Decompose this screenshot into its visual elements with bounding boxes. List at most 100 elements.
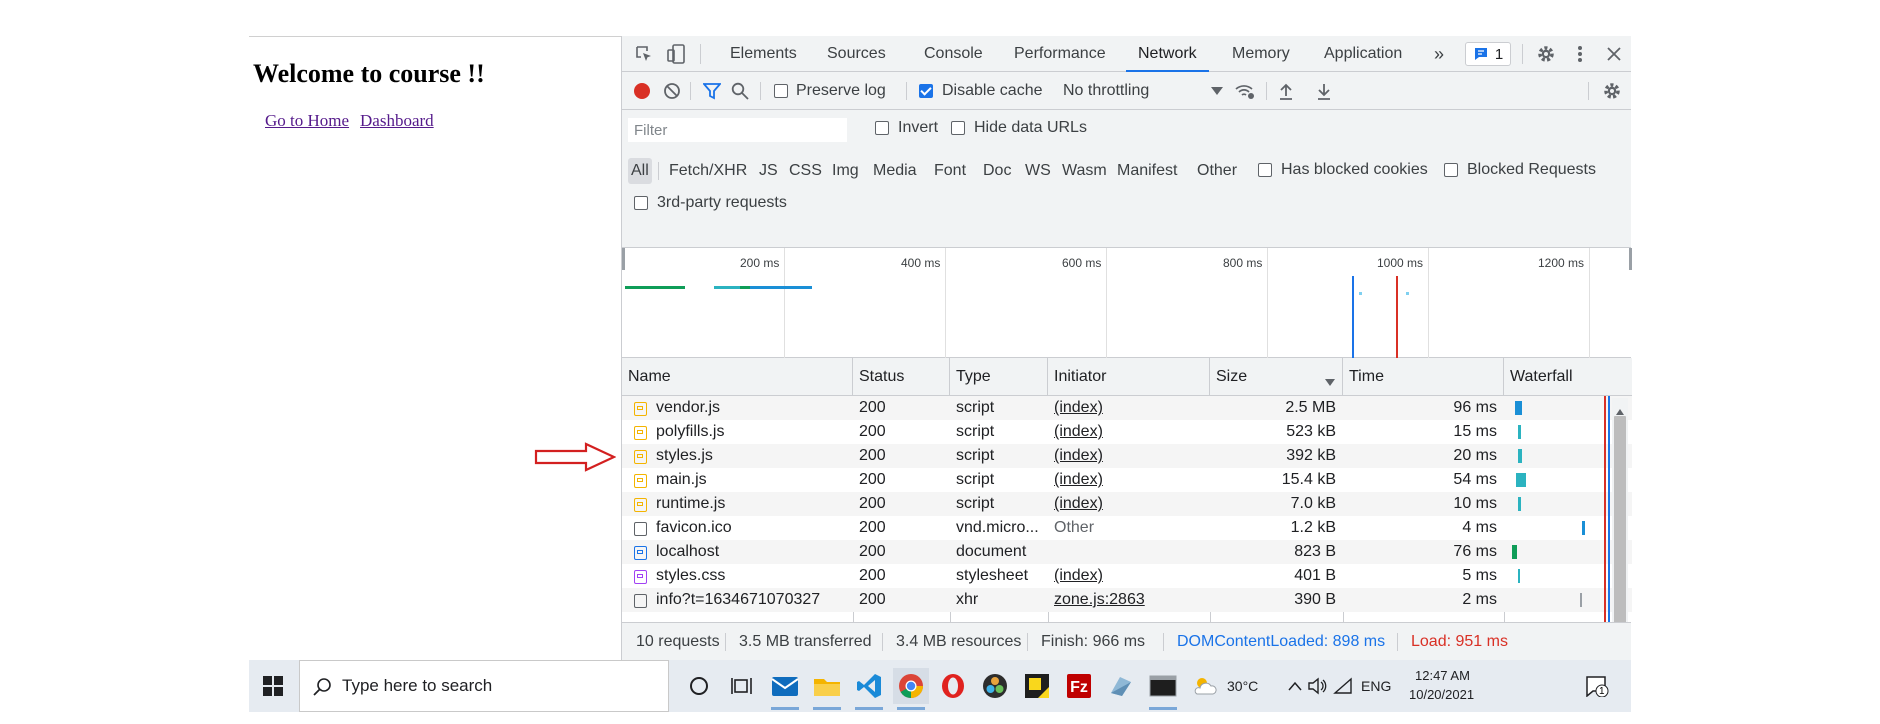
request-name[interactable]: favicon.ico [656, 516, 851, 540]
vscode-icon[interactable] [851, 668, 887, 710]
clear-icon[interactable] [662, 81, 682, 101]
filter-icon[interactable] [702, 81, 722, 101]
request-name[interactable]: styles.css [656, 564, 851, 588]
column-header-type[interactable]: Type [950, 358, 1048, 396]
chevron-down-icon[interactable] [1210, 84, 1224, 98]
filter-input[interactable] [628, 118, 847, 142]
mongodb-compass-icon[interactable] [1103, 668, 1139, 704]
type-filter-manifest[interactable]: Manifest [1114, 158, 1180, 184]
record-icon[interactable] [632, 81, 652, 101]
table-row[interactable]: runtime.js 200 script (index) 7.0 kB 10 ms [622, 492, 1632, 516]
import-har-icon[interactable] [1276, 81, 1296, 101]
network-settings-gear-icon[interactable] [1602, 81, 1622, 101]
type-filter-ws[interactable]: WS [1022, 158, 1054, 184]
table-row[interactable]: styles.js 200 script (index) 392 kB 20 ms [622, 444, 1632, 468]
request-name[interactable]: runtime.js [656, 492, 851, 516]
network-conditions-icon[interactable] [1234, 81, 1256, 101]
type-filter-wasm[interactable]: Wasm [1059, 158, 1110, 184]
column-header-status[interactable]: Status [853, 358, 950, 396]
tab-memory[interactable]: Memory [1232, 36, 1290, 72]
notification-center-icon[interactable]: 1 [1579, 668, 1615, 704]
clock-time[interactable]: 12:47 AM [1415, 668, 1470, 683]
type-filter-all[interactable]: All [628, 158, 652, 184]
clock-date[interactable]: 10/20/2021 [1409, 687, 1474, 702]
language-indicator[interactable]: ENG [1361, 678, 1391, 694]
wifi-icon[interactable] [1325, 668, 1361, 704]
dashboard-link[interactable]: Dashboard [360, 111, 434, 131]
request-initiator[interactable]: (index) [1054, 396, 1204, 420]
column-header-size[interactable]: Size [1210, 358, 1343, 396]
type-filter-other[interactable]: Other [1194, 158, 1240, 184]
column-header-time[interactable]: Time [1343, 358, 1504, 396]
export-har-icon[interactable] [1314, 81, 1334, 101]
type-filter-img[interactable]: Img [829, 158, 862, 184]
table-row[interactable]: main.js 200 script (index) 15.4 kB 54 ms [622, 468, 1632, 492]
opera-icon[interactable] [935, 668, 971, 704]
sticky-notes-icon[interactable] [1019, 668, 1055, 704]
request-initiator[interactable]: zone.js:2863 [1054, 588, 1204, 612]
table-row[interactable]: localhost 200 document 823 B 76 ms [622, 540, 1632, 564]
chrome-icon[interactable] [893, 668, 929, 710]
third-party-checkbox[interactable] [634, 196, 648, 210]
overview-handle-right[interactable] [1629, 248, 1632, 270]
table-row[interactable]: styles.css 200 stylesheet (index) 401 B 5 ms [622, 564, 1632, 588]
scrollbar-thumb[interactable] [1614, 416, 1626, 640]
request-initiator[interactable]: (index) [1054, 420, 1204, 444]
taskbar-search-box[interactable]: Type here to search [299, 660, 669, 712]
preserve-log-checkbox[interactable] [774, 84, 788, 98]
request-initiator[interactable]: (index) [1054, 564, 1204, 588]
type-filter-fetch-xhr[interactable]: Fetch/XHR [666, 158, 750, 184]
device-toolbar-icon[interactable] [664, 42, 688, 66]
column-header-name[interactable]: Name [622, 358, 853, 396]
overview-handle-left[interactable] [622, 248, 625, 270]
tab-performance[interactable]: Performance [1014, 36, 1106, 72]
tab-network[interactable]: Network [1126, 36, 1209, 72]
column-header-initiator[interactable]: Initiator [1048, 358, 1210, 396]
tab-elements[interactable]: Elements [730, 36, 797, 72]
windows-start-icon[interactable] [255, 668, 291, 704]
table-row[interactable]: favicon.ico 200 vnd.micro... Other 1.2 kB 4 m… [622, 516, 1632, 540]
weather-icon[interactable] [1187, 668, 1223, 704]
column-header-waterfall[interactable]: Waterfall [1504, 358, 1632, 396]
request-initiator[interactable]: (index) [1054, 468, 1204, 492]
request-name[interactable]: main.js [656, 468, 851, 492]
more-tabs-icon[interactable]: » [1434, 36, 1444, 72]
request-initiator[interactable]: (index) [1054, 444, 1204, 468]
search-icon[interactable] [730, 81, 750, 101]
request-name[interactable]: styles.js [656, 444, 851, 468]
task-view-icon[interactable] [724, 668, 760, 704]
disable-cache-checkbox[interactable] [919, 84, 933, 98]
request-name[interactable]: vendor.js [656, 396, 851, 420]
table-row[interactable]: polyfills.js 200 script (index) 523 kB 15 ms [622, 420, 1632, 444]
table-row[interactable]: vendor.js 200 script (index) 2.5 MB 96 ms [622, 396, 1632, 420]
go-to-home-link[interactable]: Go to Home [265, 111, 349, 131]
sort-descending-icon[interactable] [1325, 373, 1335, 391]
file-explorer-icon[interactable] [809, 668, 845, 710]
terminal-icon[interactable] [1145, 668, 1181, 710]
type-filter-media[interactable]: Media [870, 158, 920, 184]
has-blocked-cookies-checkbox[interactable] [1258, 163, 1272, 177]
tab-console[interactable]: Console [924, 36, 983, 72]
request-initiator[interactable]: (index) [1054, 492, 1204, 516]
cortana-icon[interactable] [681, 668, 717, 704]
tab-sources[interactable]: Sources [827, 36, 886, 72]
table-row[interactable]: info?t=1634671070327 200 xhr zone.js:2863 39… [622, 588, 1632, 612]
request-name[interactable]: info?t=1634671070327 [656, 588, 851, 612]
mail-app-icon[interactable] [767, 668, 803, 710]
table-scrollbar[interactable] [1612, 398, 1628, 663]
request-name[interactable]: localhost [656, 540, 851, 564]
blocked-requests-checkbox[interactable] [1444, 163, 1458, 177]
filezilla-icon[interactable]: Fz [1061, 668, 1097, 704]
type-filter-doc[interactable]: Doc [980, 158, 1014, 184]
settings-gear-icon[interactable] [1534, 42, 1558, 66]
more-options-icon[interactable] [1568, 42, 1592, 66]
hide-data-urls-checkbox[interactable] [951, 121, 965, 135]
invert-checkbox[interactable] [875, 121, 889, 135]
type-filter-css[interactable]: CSS [786, 158, 825, 184]
tab-application[interactable]: Application [1324, 36, 1402, 72]
type-filter-font[interactable]: Font [931, 158, 969, 184]
close-devtools-icon[interactable] [1602, 42, 1626, 66]
request-name[interactable]: polyfills.js [656, 420, 851, 444]
throttling-select[interactable]: No throttling [1063, 82, 1149, 100]
davinci-resolve-icon[interactable] [977, 668, 1013, 704]
